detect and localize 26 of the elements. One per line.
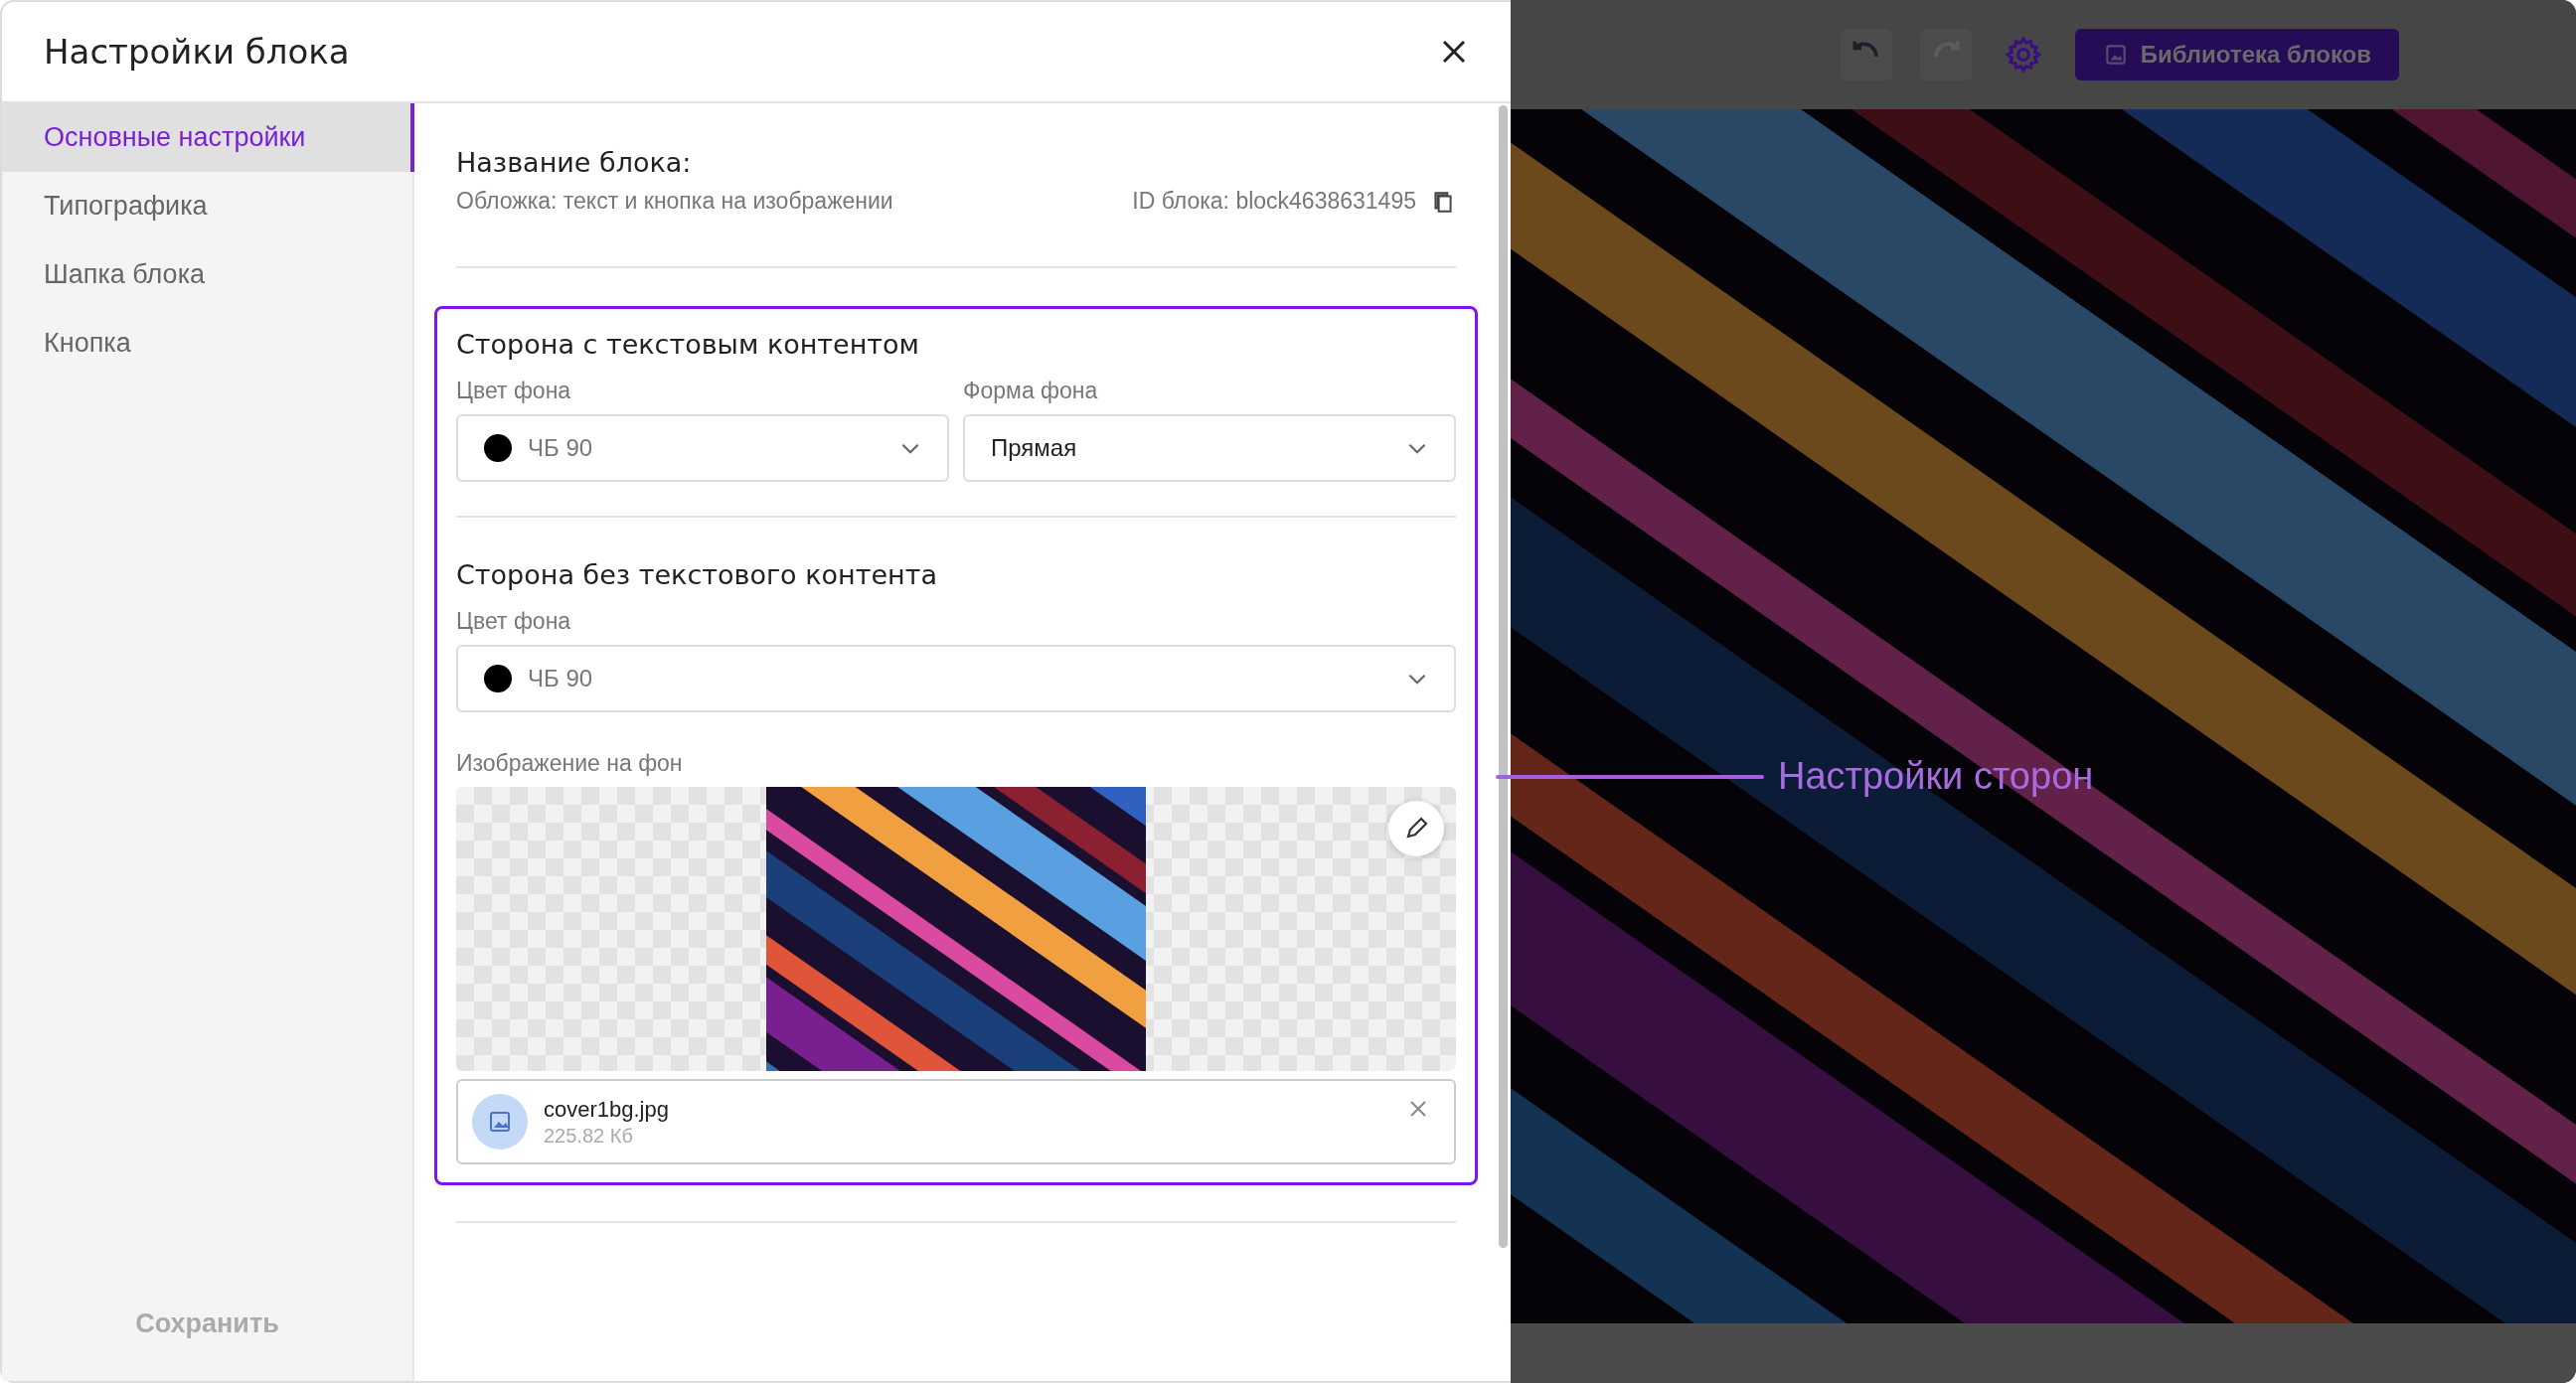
sidebar-item[interactable]: Основные настройки bbox=[2, 103, 414, 172]
field-label: Изображение на фон bbox=[456, 750, 684, 777]
dialog-title: Настройки блока bbox=[44, 32, 350, 72]
sidebar-item[interactable]: Кнопка bbox=[2, 309, 412, 378]
pencil-button[interactable] bbox=[1388, 801, 1444, 856]
section-title: Сторона без текстового контента bbox=[456, 559, 938, 590]
block-name: Обложка: текст и кнопка на изображении bbox=[456, 188, 893, 215]
sidebar-item[interactable]: Типографика bbox=[2, 172, 412, 240]
block-id: ID блока: block4638631495 bbox=[1132, 188, 1416, 215]
file-size: 225.82 Кб bbox=[544, 1124, 634, 1148]
color-swatch-icon bbox=[484, 434, 512, 462]
color-swatch-icon bbox=[484, 665, 512, 692]
dropdown[interactable]: Прямая bbox=[963, 414, 1456, 482]
block-name-label: Название блока: bbox=[456, 147, 693, 178]
dropdown[interactable]: ЧБ 90 bbox=[456, 414, 949, 482]
image-file-icon bbox=[472, 1094, 528, 1150]
field-label: Форма фона bbox=[963, 378, 1099, 404]
field-label: Цвет фона bbox=[456, 378, 572, 404]
scrollbar[interactable] bbox=[1499, 105, 1508, 1248]
undo-icon[interactable] bbox=[1840, 29, 1892, 80]
field-label: Цвет фона bbox=[456, 608, 572, 635]
section-title: Сторона с текстовым контентом bbox=[456, 329, 920, 360]
block-library-button[interactable]: Библиотека блоков bbox=[2074, 29, 2399, 80]
sidebar-item[interactable]: Шапка блока bbox=[2, 240, 412, 309]
file-name: cover1bg.jpg bbox=[544, 1096, 669, 1123]
dropdown[interactable]: ЧБ 90 bbox=[456, 645, 1456, 712]
